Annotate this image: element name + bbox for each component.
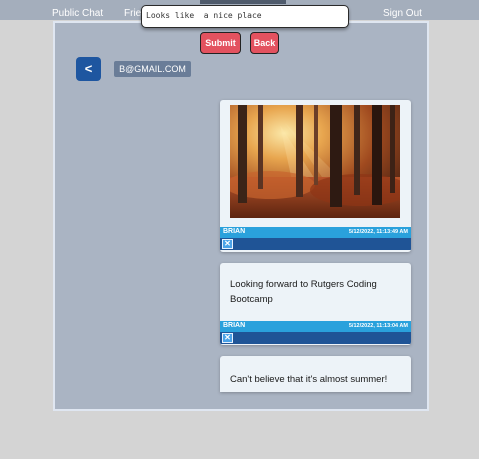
back-arrow-button[interactable]: <	[76, 57, 101, 81]
delete-icon[interactable]: ✕	[222, 333, 233, 343]
back-button[interactable]: Back	[250, 32, 279, 54]
message-timestamp: 5/12/2022, 11:13:04 AM	[348, 323, 408, 329]
friend-email-label: B@GMAIL.COM	[114, 61, 191, 77]
message-action-bar: ✕	[220, 238, 411, 250]
message-author: BRIAN	[223, 322, 246, 329]
submit-button[interactable]: Submit	[200, 32, 241, 54]
message-timestamp: 5/12/2022, 11:13:49 AM	[348, 229, 408, 235]
message-card: Looking forward to Rutgers Coding Bootca…	[220, 263, 411, 345]
forest-photo	[230, 105, 400, 218]
message-meta-bar: BRIAN 5/12/2022, 11:13:49 AM	[220, 227, 411, 238]
nav-friends[interactable]: Frie	[124, 8, 141, 19]
nav-public-chat[interactable]: Public Chat	[52, 8, 103, 19]
nav-active-indicator	[200, 0, 286, 4]
message-author: BRIAN	[223, 228, 246, 235]
message-card: BRIAN 5/12/2022, 11:13:49 AM ✕	[220, 100, 411, 252]
message-meta-bar: BRIAN 5/12/2022, 11:13:04 AM	[220, 321, 411, 332]
message-text: Can't believe that it's almost summer!	[230, 374, 388, 385]
message-text: Looking forward to Rutgers Coding Bootca…	[230, 279, 377, 305]
message-input[interactable]	[146, 9, 344, 22]
message-edit-popup	[141, 5, 349, 28]
nav-sign-out[interactable]: Sign Out	[383, 8, 422, 19]
message-card: Can't believe that it's almost summer!	[220, 356, 411, 392]
delete-icon[interactable]: ✕	[222, 239, 233, 249]
message-action-bar: ✕	[220, 332, 411, 344]
